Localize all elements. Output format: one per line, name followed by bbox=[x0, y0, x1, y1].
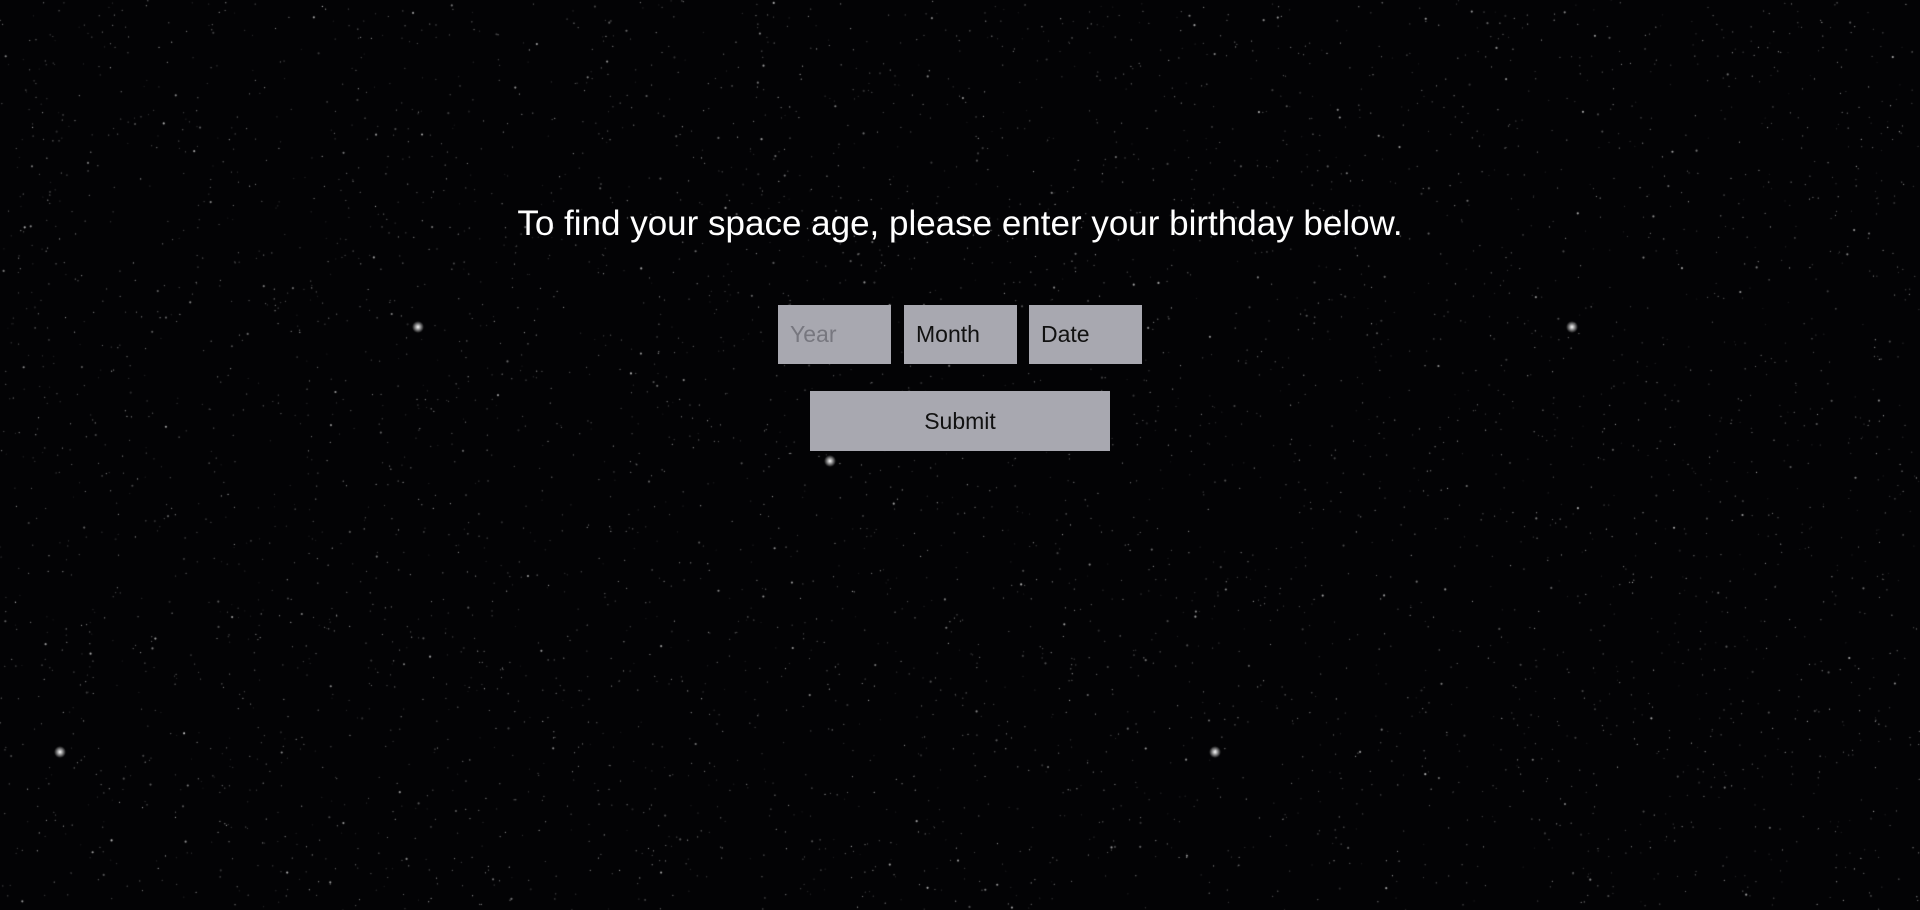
month-input[interactable] bbox=[904, 305, 1017, 364]
submit-button[interactable]: Submit bbox=[810, 391, 1110, 451]
year-input[interactable] bbox=[778, 305, 891, 364]
space-age-page: To find your space age, please enter you… bbox=[0, 0, 1920, 910]
birthday-prompt: To find your space age, please enter you… bbox=[517, 204, 1403, 243]
date-input[interactable] bbox=[1029, 305, 1142, 364]
